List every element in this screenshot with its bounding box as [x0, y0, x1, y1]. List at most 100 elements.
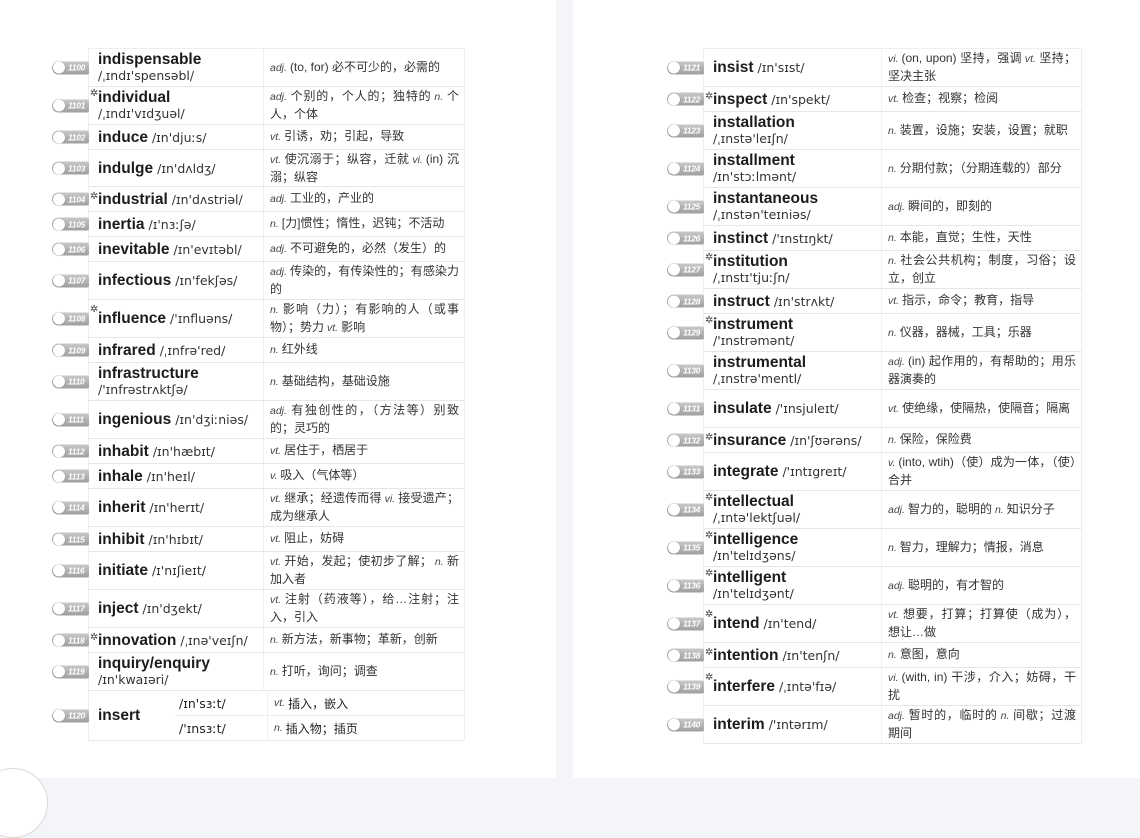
part-of-speech: adj. — [270, 193, 287, 205]
part-of-speech: n. — [888, 255, 897, 267]
entry-number: 1127 — [683, 264, 701, 275]
definition-cell: n. 分期付款；（分期连载的）部分 — [881, 150, 1081, 187]
toggle-knob-icon — [53, 634, 65, 646]
definition: n. 仪器，器械，工具；乐器 — [888, 324, 1032, 342]
definition-text: 阻止，妨碍 — [284, 531, 345, 545]
entry-toggle-badge[interactable]: 1114 — [52, 501, 89, 514]
definition-text: 新方法，新事物；革新，创新 — [281, 632, 438, 646]
toggle-knob-icon — [668, 718, 680, 731]
entry-toggle-badge[interactable]: 1108 — [52, 312, 89, 325]
entry-toggle-badge[interactable]: 1128 — [667, 294, 704, 308]
part-of-speech: vt. — [270, 131, 282, 143]
entry-toggle-badge[interactable]: 1136 — [667, 579, 704, 592]
entry-toggle-badge[interactable]: 1102 — [52, 130, 89, 144]
word-cell: inhale/ɪn'heɪl/ — [89, 464, 263, 488]
entry-toggle-badge[interactable]: 1113 — [52, 469, 89, 483]
phonetic: /'ɪntɪgreɪt/ — [782, 464, 847, 479]
entry-toggle-badge[interactable]: 1123 — [667, 124, 704, 137]
word-cell: insulate/'ɪnsjuleɪt/ — [704, 390, 881, 427]
vocab-row: 1103 indulge/ɪn'dʌldʒ/vt. 使沉溺于；纵容，迁就 vi. (in… — [52, 150, 465, 187]
entry-toggle-badge[interactable]: 1139 — [667, 680, 704, 693]
entry-toggle-badge[interactable]: 1124 — [667, 162, 704, 175]
entry-toggle-badge[interactable]: 1137 — [667, 617, 704, 630]
entry-toggle-badge[interactable]: 1131 — [667, 402, 704, 415]
headword: intelligence — [713, 531, 877, 548]
headword: insulate/'ɪnsjuleɪt/ — [713, 400, 877, 417]
entry-toggle-badge[interactable]: 1116 — [52, 564, 89, 577]
entry-toggle-badge[interactable]: 1127 — [667, 263, 704, 276]
vocab-row: 1114 inherit/ɪn'herɪt/vt. 继承；经遗传而得 vi. 接受遗产；… — [52, 489, 465, 527]
definition-cell: n. 新方法，新事物；革新，创新 — [263, 628, 464, 652]
definition: vt. 检查；视察；检阅 — [888, 90, 998, 108]
floating-button[interactable] — [0, 768, 48, 838]
phonetic: /ɪn'telɪdʒənt/ — [713, 586, 794, 601]
entry-number: 1133 — [683, 466, 701, 477]
entry-toggle-badge[interactable]: 1110 — [52, 375, 89, 388]
entry-number: 1110 — [68, 376, 85, 387]
entry-toggle-badge[interactable]: 1109 — [52, 343, 89, 357]
entry-number: 1102 — [68, 132, 86, 142]
entry-number: 1115 — [68, 534, 85, 544]
definition-cell: adj. 有独创性的，（方法等）别致的；灵巧的 — [263, 401, 464, 438]
entry-toggle-badge[interactable]: 1115 — [52, 532, 89, 546]
entry-toggle-badge[interactable]: 1132 — [667, 433, 704, 447]
entry-toggle-badge[interactable]: 1101 — [52, 99, 89, 112]
entry-toggle-badge[interactable]: 1125 — [667, 200, 704, 213]
entry-toggle-badge[interactable]: 1106 — [52, 242, 89, 256]
vocab-row: 1108 ✲ influence/'ɪnfluəns/n. 影响（力）；有影响的人（或… — [52, 300, 465, 338]
entry-toggle-badge[interactable]: 1118 — [52, 633, 89, 647]
entry-toggle-badge[interactable]: 1105 — [52, 217, 89, 231]
vocab-row: 1104 ✲ industrial/ɪn'dʌstriəl/adj. 工业的，产业的 — [52, 187, 465, 212]
entry-number: 1129 — [683, 327, 701, 338]
definition-cell: n. [力]惯性；惰性，迟钝；不活动 — [263, 212, 464, 236]
vocab-row: 1105 inertia/ɪ'nɜːʃə/n. [力]惯性；惰性，迟钝；不活动 — [52, 212, 465, 237]
entry-toggle-badge[interactable]: 1122 — [667, 92, 704, 106]
phonetic: /ˌɪntə'lektʃuəl/ — [713, 510, 801, 525]
entry-toggle-badge[interactable]: 1129 — [667, 326, 704, 339]
headword-text: insulate — [713, 400, 772, 417]
phonetic: /ˌɪnstrə'mentl/ — [713, 371, 802, 386]
entry-toggle-badge[interactable]: 1133 — [667, 465, 704, 478]
phonetic: /ɪn'dʒekt/ — [142, 601, 202, 616]
definition-text: (to, for) 必不可少的，必需的 — [289, 59, 440, 74]
vocab-row: 1109 infrared/ˌɪnfrə'red/n. 红外线 — [52, 338, 465, 363]
definition-text: 想要，打算；打算使（成为），想让…做 — [888, 607, 1076, 639]
entry-toggle-badge[interactable]: 1140 — [667, 718, 704, 731]
definition-text: 分期付款；（分期连载的）部分 — [899, 160, 1062, 175]
part-of-speech: vi. — [384, 493, 396, 505]
key-word-star-icon: ✲ — [705, 568, 714, 579]
part-of-speech: vi. — [888, 672, 899, 684]
part-of-speech: vt. — [270, 445, 282, 457]
entry-toggle-badge[interactable]: 1126 — [667, 231, 704, 245]
entry-toggle-badge[interactable]: 1130 — [667, 364, 704, 377]
entry-toggle-badge[interactable]: 1103 — [52, 161, 89, 175]
headword: inject/ɪn'dʒekt/ — [98, 600, 259, 617]
vocab-row: 1117 inject/ɪn'dʒekt/vt. 注射（药液等），给…注射；注入，引… — [52, 590, 465, 628]
entry-toggle-badge[interactable]: 1138 — [667, 648, 704, 662]
phonetic: /ɪn'herɪt/ — [149, 500, 205, 515]
entry-toggle-badge[interactable]: 1119 — [52, 665, 89, 678]
entry-toggle-badge[interactable]: 1107 — [52, 274, 89, 287]
entry-toggle-badge[interactable]: 1120 — [52, 709, 89, 722]
headword: intend/ɪn'tend/ — [713, 615, 877, 632]
definition-text: 本能，直觉；生性，天性 — [899, 230, 1032, 244]
entry-toggle-badge[interactable]: 1121 — [667, 61, 704, 74]
entry-toggle-badge[interactable]: 1134 — [667, 503, 704, 516]
entry-toggle-badge[interactable]: 1112 — [52, 444, 89, 458]
entry-toggle-badge[interactable]: 1111 — [52, 413, 89, 426]
headword: individual — [98, 89, 259, 106]
phonetic: /ˌɪndɪ'vɪdʒuəl/ — [98, 106, 185, 121]
entry-toggle-badge[interactable]: 1135 — [667, 541, 704, 554]
headword: inhibit/ɪn'hɪbɪt/ — [98, 531, 259, 548]
definition-cell: n. 社会公共机构；制度，习俗；设立，创立 — [881, 251, 1081, 288]
entry-toggle-badge[interactable]: 1117 — [52, 602, 89, 615]
part-of-speech: adj. — [270, 91, 287, 103]
definition-text: 个别的，个人的；独特的 — [289, 89, 432, 103]
toggle-knob-icon — [53, 218, 65, 230]
part-of-speech: n. — [888, 541, 897, 554]
definition: n. 红外线 — [270, 341, 318, 359]
entry-toggle-badge[interactable]: 1104 — [52, 192, 89, 206]
definition-cell: n. 红外线 — [263, 338, 464, 362]
entry-toggle-badge[interactable]: 1100 — [52, 61, 89, 74]
definition-cell: vt. 继承；经遗传而得 vi. 接受遗产；成为继承人 — [263, 489, 464, 526]
